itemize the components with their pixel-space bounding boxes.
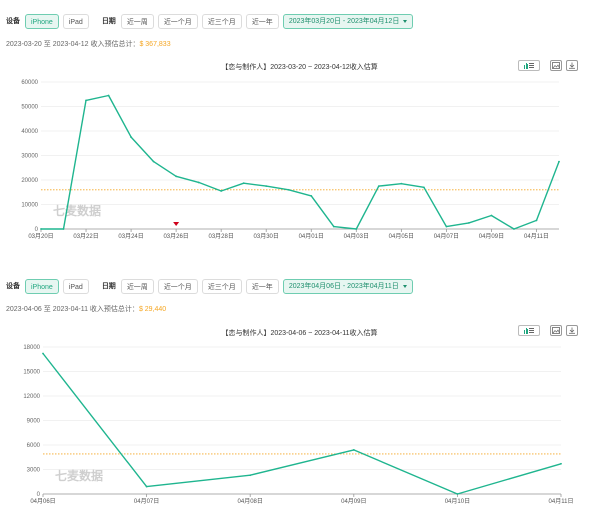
y-tick-label: 12000 xyxy=(23,394,40,400)
data-point xyxy=(560,462,562,465)
watermark: 七麦数据 xyxy=(55,468,103,483)
x-tick-label: 04月10日 xyxy=(445,498,470,505)
y-tick-label: 18000 xyxy=(23,345,40,351)
x-tick-label: 04月07日 xyxy=(134,498,159,505)
series-line xyxy=(42,353,562,495)
y-tick-label: 0 xyxy=(37,492,41,498)
y-tick-label: 9000 xyxy=(27,419,41,425)
x-tick-label: 04月11日 xyxy=(549,498,574,505)
x-tick-label: 04月09日 xyxy=(341,498,366,505)
revenue-line-chart: 0 3000 6000 9000 12000 15000 18000 04月06日 04月07日… xyxy=(23,345,574,505)
data-point xyxy=(249,474,252,477)
data-point xyxy=(456,493,459,495)
x-tick-label: 04月06日 xyxy=(30,498,55,505)
data-point xyxy=(145,485,148,488)
data-point xyxy=(352,449,355,451)
x-tick-label: 04月08日 xyxy=(238,498,263,505)
y-tick-label: 15000 xyxy=(23,370,40,376)
y-tick-label: 6000 xyxy=(27,443,41,449)
y-tick-label: 3000 xyxy=(27,468,41,474)
data-point xyxy=(42,352,44,355)
